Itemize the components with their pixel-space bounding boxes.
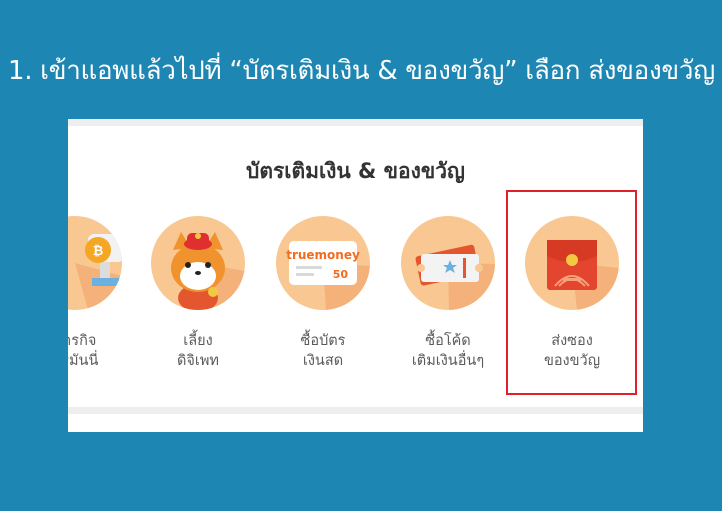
truemoney-brand-text: truemoney [286, 248, 360, 262]
menu-item-label: เลี้ยง ดิจิเพท [177, 333, 219, 369]
divider-top [68, 119, 643, 126]
svg-text:₿: ₿ [93, 244, 104, 259]
section-title: บัตรเติมเงิน & ของขวัญ [246, 159, 465, 183]
instruction-text: 1. เข้าแอพแล้วไปที่ “บัตรเติมเงิน & ของข… [8, 56, 715, 86]
menu-item-topup-code[interactable]: ซื้อโค้ด เติมเงินอื่นๆ [393, 216, 503, 376]
highlight-box [506, 190, 637, 395]
menu-item-label: ภารกิจ ทรูมันนี่ [68, 333, 99, 369]
menu-item-mission[interactable]: ₿ ภารกิจ ทรูมันนี่ [68, 216, 130, 376]
shiba-pet-icon [151, 216, 245, 310]
menu-item-cash-card[interactable]: truemoney 50 ซื้อบัตร เงินสด [268, 216, 378, 376]
menu-item-label: ซื้อโค้ด เติมเงินอื่นๆ [411, 333, 485, 369]
card-value-text: 50 [333, 268, 349, 281]
divider-bottom [68, 407, 643, 414]
menu-item-label: ซื้อบัตร เงินสด [300, 333, 346, 369]
gift-topup-panel: บัตรเติมเงิน & ของขวัญ ₿ ภารกิจ ทรูมันนี… [68, 119, 643, 432]
ticket-code-icon [401, 216, 495, 310]
menu-item-pet[interactable]: เลี้ยง ดิจิเพท [143, 216, 253, 376]
trophy-icon: ₿ [68, 216, 122, 310]
truemoney-card-icon: truemoney 50 [276, 216, 370, 310]
